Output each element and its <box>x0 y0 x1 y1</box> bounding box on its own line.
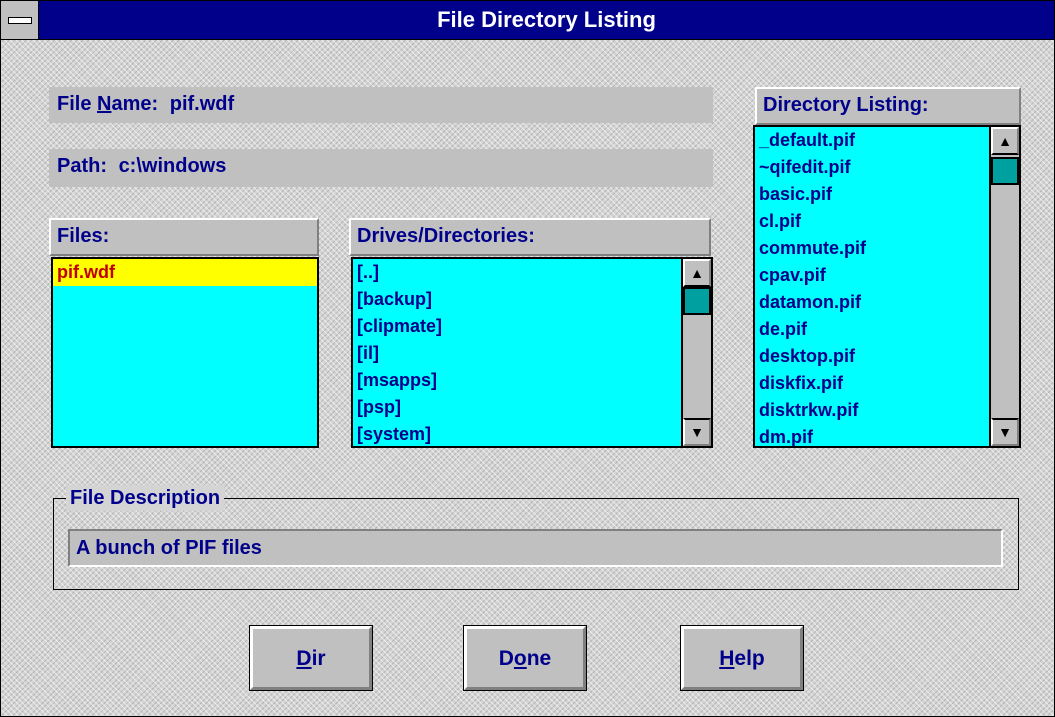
list-item[interactable]: [psp] <box>353 394 711 421</box>
down-arrow-icon[interactable]: ▼ <box>991 418 1019 446</box>
files-header: Files: <box>49 218 319 256</box>
files-listbox[interactable]: pif.wdf <box>51 257 319 448</box>
list-item[interactable]: desktop.pif <box>755 343 1019 370</box>
list-item[interactable]: [system] <box>353 421 711 446</box>
drives-header: Drives/Directories: <box>349 218 711 256</box>
title-bar[interactable]: File Directory Listing <box>1 1 1054 40</box>
list-item[interactable]: [..] <box>353 259 711 286</box>
file-description-label: File Description <box>66 485 225 511</box>
file-description-field[interactable]: A bunch of PIF files <box>68 529 1003 567</box>
done-button[interactable]: Done <box>463 625 587 691</box>
list-item[interactable]: cl.pif <box>755 208 1019 235</box>
directory-listbox[interactable]: _default.pif ~qifedit.pif basic.pif cl.pif c… <box>753 125 1021 448</box>
list-item[interactable]: disktrkw.pif <box>755 397 1019 424</box>
file-name-row: File Name: pif.wdf <box>49 87 713 123</box>
help-button[interactable]: Help <box>680 625 804 691</box>
up-arrow-icon[interactable]: ▲ <box>991 127 1019 155</box>
system-menu-icon[interactable] <box>1 1 39 39</box>
list-item[interactable]: commute.pif <box>755 235 1019 262</box>
list-item[interactable]: ~qifedit.pif <box>755 154 1019 181</box>
list-item[interactable]: [backup] <box>353 286 711 313</box>
list-item[interactable]: cpav.pif <box>755 262 1019 289</box>
list-item[interactable]: basic.pif <box>755 181 1019 208</box>
directory-header: Directory Listing: <box>755 87 1021 125</box>
drives-scrollbar[interactable]: ▲ ▼ <box>681 259 711 446</box>
scroll-thumb[interactable] <box>991 157 1019 185</box>
list-item[interactable]: [msapps] <box>353 367 711 394</box>
file-description-group: File Description A bunch of PIF files <box>53 485 1019 590</box>
path-row: Path: c:\windows <box>49 149 713 187</box>
scroll-thumb[interactable] <box>683 287 711 315</box>
file-name-value: pif.wdf <box>169 93 235 115</box>
directory-scrollbar[interactable]: ▲ ▼ <box>989 127 1019 446</box>
list-item[interactable]: datamon.pif <box>755 289 1019 316</box>
list-item[interactable]: [clipmate] <box>353 313 711 340</box>
dialog-window: File Directory Listing File Name: pif.wd… <box>0 0 1055 717</box>
path-value: c:\windows <box>118 155 227 177</box>
list-item[interactable]: pif.wdf <box>53 259 317 286</box>
file-name-label: File Name: <box>57 93 159 115</box>
list-item[interactable]: [il] <box>353 340 711 367</box>
dir-button[interactable]: Dir <box>249 625 373 691</box>
path-label: Path: <box>57 155 107 177</box>
down-arrow-icon[interactable]: ▼ <box>683 418 711 446</box>
window-title: File Directory Listing <box>437 7 656 32</box>
list-item[interactable]: de.pif <box>755 316 1019 343</box>
list-item[interactable]: dm.pif <box>755 424 1019 446</box>
list-item[interactable]: _default.pif <box>755 127 1019 154</box>
drives-listbox[interactable]: [..] [backup] [clipmate] [il] [msapps] [psp][… <box>351 257 713 448</box>
list-item[interactable]: diskfix.pif <box>755 370 1019 397</box>
up-arrow-icon[interactable]: ▲ <box>683 259 711 287</box>
